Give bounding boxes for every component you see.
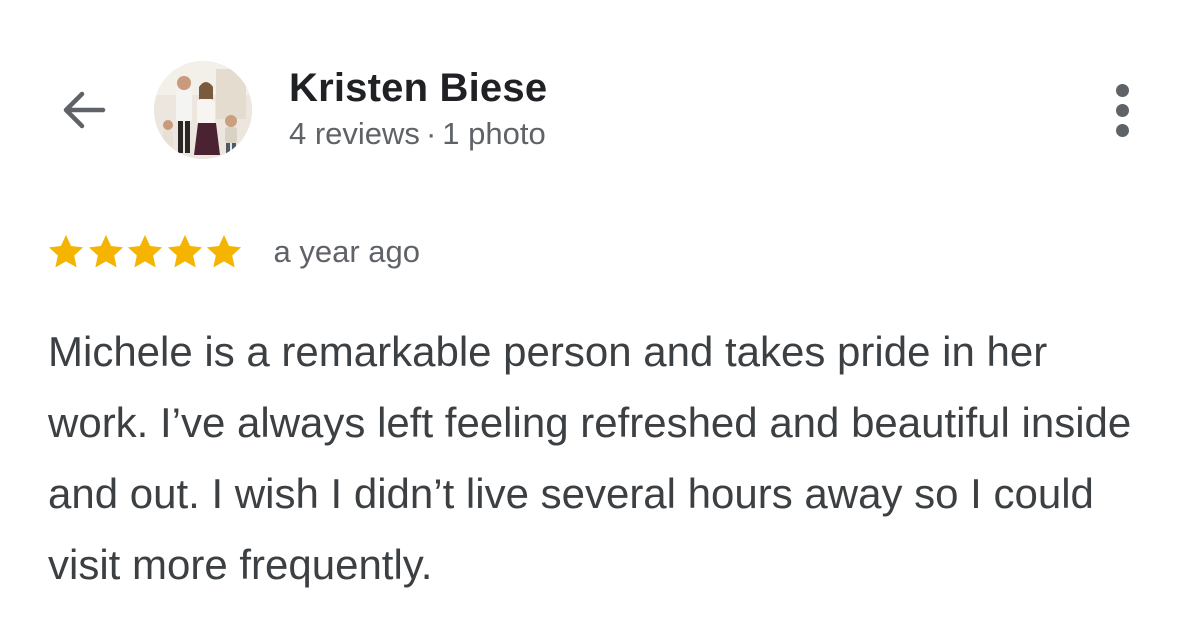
more-dot	[1116, 124, 1129, 137]
more-dot	[1116, 84, 1129, 97]
star-rating	[46, 232, 244, 272]
review-text: Michele is a remarkable person and takes…	[48, 328, 1132, 588]
meta-separator: ·	[425, 116, 437, 151]
reviewer-stats[interactable]: 4 reviews · 1 photo	[289, 116, 546, 152]
star-icon	[125, 232, 165, 272]
review-count: 4 reviews	[289, 116, 420, 151]
more-options-button[interactable]	[1103, 80, 1143, 140]
profile-photo	[154, 61, 252, 159]
back-button[interactable]	[56, 82, 112, 138]
reviewer-name[interactable]: Kristen Biese	[289, 66, 547, 111]
star-icon	[86, 232, 126, 272]
avatar[interactable]	[154, 61, 252, 159]
review-screen: Kristen Biese 4 reviews · 1 photo a year a…	[0, 0, 1179, 627]
photo-count: 1 photo	[442, 116, 546, 151]
more-dot	[1116, 104, 1129, 117]
star-icon	[165, 232, 205, 272]
star-icon	[46, 232, 86, 272]
arrow-left-icon	[63, 91, 106, 129]
rating-row: a year ago	[46, 228, 420, 276]
review-date: a year ago	[273, 234, 421, 269]
star-icon	[204, 232, 244, 272]
